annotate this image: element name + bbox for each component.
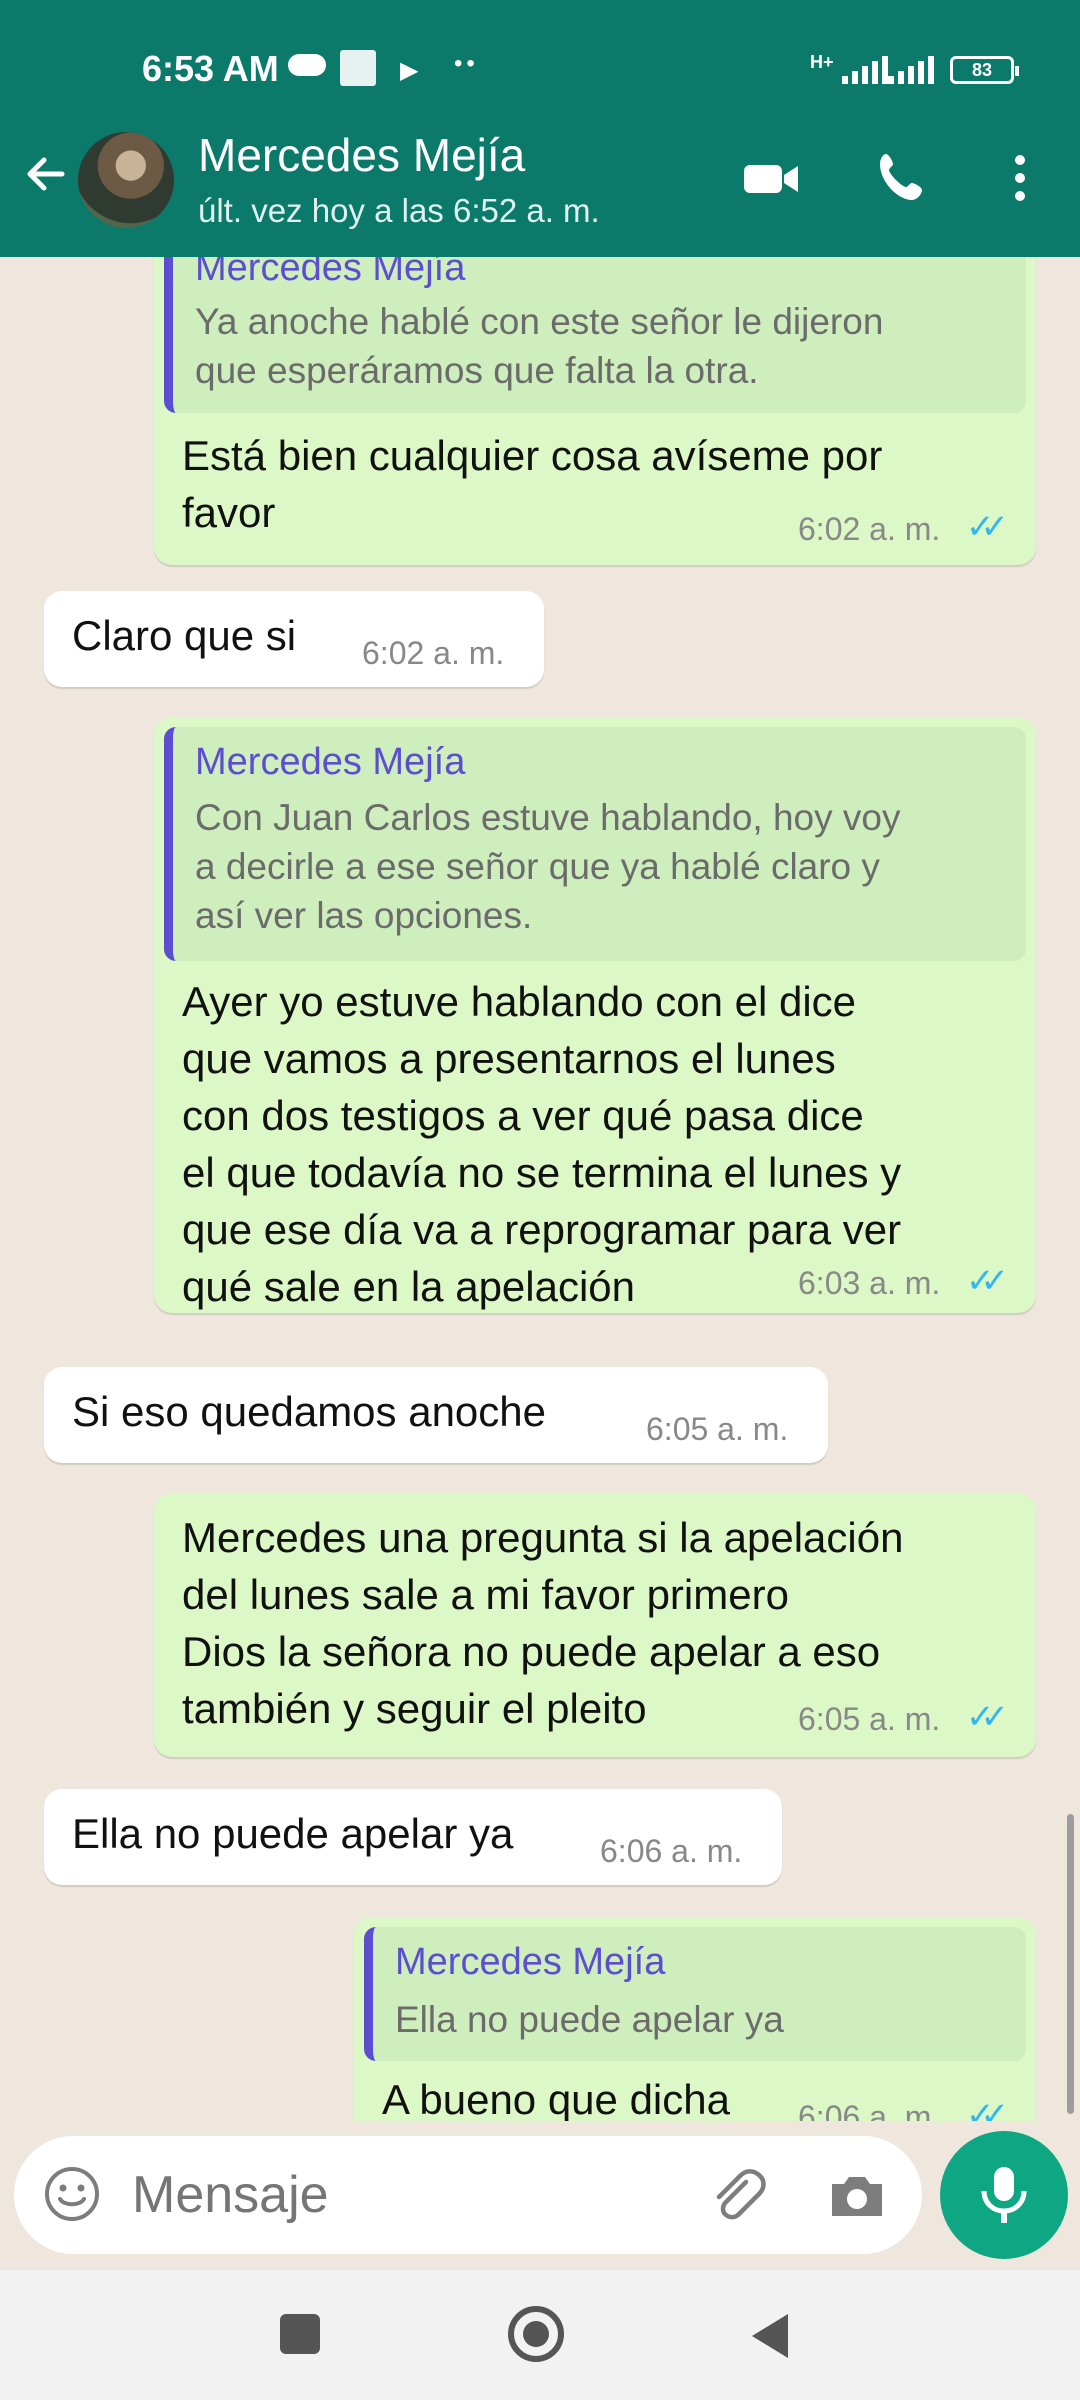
signal-icon [888,56,934,84]
message-time: 6:03 a. m. [798,1265,941,1301]
message-time: 6:02 a. m. [798,511,941,547]
read-receipt-icon: ✓✓ [966,1262,1009,1300]
network-type: H+ [810,52,834,72]
quote-text-line: a decirle a ese señor que ya hablé claro… [195,846,880,887]
message-text-line: Dios la señora no puede apelar a eso [182,1628,881,1675]
microphone-icon [981,2167,1027,2223]
message-composer [14,2136,922,2254]
home-button[interactable] [508,2306,564,2362]
message-list[interactable]: Mercedes Mejía Ya anoche hablé con este … [0,257,1080,2121]
message-text-line: también y seguir el pleito [182,1685,647,1732]
message-text-line: que ese día va a reprogramar para ver [182,1206,902,1253]
message-text-line: del lunes sale a mi favor primero [182,1571,789,1618]
message-text: A bueno que dicha [382,2076,730,2121]
notification-icon [340,50,376,86]
signal-icon [842,56,888,84]
outgoing-message[interactable]: Mercedes Mejía Ya anoche hablé con este … [154,257,1036,565]
status-time: 6:53 AM [142,48,279,89]
quote-author: Mercedes Mejía [195,741,466,783]
quote-text-line: Con Juan Carlos estuve hablando, hoy voy [195,797,901,838]
chat-header: 6:53 AM ▶ •• H+ 83 Mercedes Mejía últ. v… [0,0,1080,257]
quote-text-line: así ver las opciones. [195,895,533,936]
avatar[interactable] [78,132,174,228]
status-bar: 6:53 AM ▶ •• H+ 83 [0,0,1080,130]
message-text-line: que vamos a presentarnos el lunes [182,1035,836,1082]
incoming-message[interactable]: Si eso quedamos anoche 6:05 a. m. [44,1367,828,1463]
message-time: 6:02 a. m. [362,635,505,671]
message-time: 6:05 a. m. [646,1411,789,1447]
quoted-message[interactable]: Mercedes Mejía Con Juan Carlos estuve ha… [164,727,1026,961]
scrollbar[interactable] [1067,1814,1074,2114]
phone-call-icon[interactable] [872,148,932,208]
message-time: 6:05 a. m. [798,1701,941,1737]
more-options-icon[interactable] [990,148,1050,208]
more-notifications-icon: •• [454,50,479,77]
quote-author: Mercedes Mejía [395,1941,666,1983]
play-icon: ▶ [400,57,419,84]
message-time: 6:06 a. m. [600,1833,743,1869]
message-text-line: Mercedes una pregunta si la apelación [182,1514,904,1561]
message-input[interactable] [132,2158,692,2232]
camera-icon[interactable] [826,2164,888,2226]
message-text-line: favor [182,489,276,536]
message-text-line: el que todavía no se termina el lunes y [182,1149,902,1196]
quote-author: Mercedes Mejía [195,257,466,289]
quote-text-line: que esperáramos que falta la otra. [195,350,759,391]
outgoing-message[interactable]: Mercedes una pregunta si la apelación de… [154,1493,1036,1757]
quoted-message[interactable]: Mercedes Mejía Ya anoche hablé con este … [164,257,1026,413]
battery-icon: 83 [950,56,1019,84]
recent-apps-button[interactable] [280,2314,320,2354]
quote-text-line: Ella no puede apelar ya [395,1999,784,2040]
read-receipt-icon: ✓✓ [966,1698,1009,1736]
quote-text-line: Ya anoche hablé con este señor le dijero… [195,301,884,342]
contact-name[interactable]: Mercedes Mejía [198,128,525,182]
back-arrow-icon[interactable] [22,150,70,198]
incoming-message[interactable]: Ella no puede apelar ya 6:06 a. m. [44,1789,782,1885]
message-text-line: qué sale en la apelación [182,1263,636,1310]
message-text-line: con dos testigos a ver qué pasa dice [182,1092,864,1139]
message-time: 6:06 a. m. [798,2099,941,2121]
message-text: Si eso quedamos anoche [72,1388,546,1435]
message-text: Claro que si [72,612,297,659]
quoted-message[interactable]: Mercedes Mejía Ella no puede apelar ya [364,1927,1026,2061]
message-text-line: Está bien cualquier cosa avíseme por [182,432,883,479]
incoming-message[interactable]: Claro que si 6:02 a. m. [44,591,544,687]
read-receipt-icon: ✓✓ [966,2096,1009,2121]
system-back-button[interactable] [752,2314,788,2358]
outgoing-message[interactable]: Mercedes Mejía Ella no puede apelar ya A… [354,1917,1036,2121]
video-call-icon[interactable] [742,148,802,208]
system-navigation-bar [0,2270,1080,2400]
last-seen-status: últ. vez hoy a las 6:52 a. m. [198,192,600,229]
cloud-icon [288,54,326,76]
message-text: Ella no puede apelar ya [72,1810,514,1857]
outgoing-message[interactable]: Mercedes Mejía Con Juan Carlos estuve ha… [154,717,1036,1313]
voice-message-button[interactable] [940,2131,1068,2259]
attach-icon[interactable] [706,2164,768,2226]
read-receipt-icon: ✓✓ [966,508,1009,546]
message-text-line: Ayer yo estuve hablando con el dice [182,978,857,1025]
emoji-icon[interactable] [42,2164,102,2224]
